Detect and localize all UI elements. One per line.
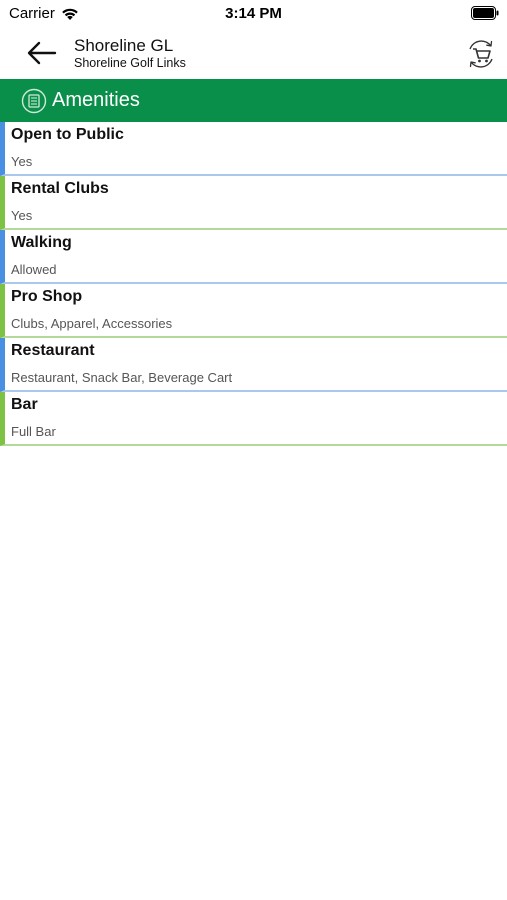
amenity-row-rental-clubs: Rental Clubs Yes <box>0 176 507 230</box>
amenity-value: Yes <box>11 208 33 223</box>
cart-sync-icon <box>469 40 493 68</box>
amenity-name: Bar <box>11 396 38 413</box>
page-title: Shoreline GL <box>74 36 174 55</box>
amenity-name: Restaurant <box>11 342 95 359</box>
status-time: 3:14 PM <box>225 5 282 22</box>
amenity-value: Allowed <box>11 262 57 277</box>
amenity-row-pro-shop: Pro Shop Clubs, Apparel, Accessories <box>0 284 507 338</box>
section-header: Amenities <box>0 79 507 122</box>
app-header: Shoreline GL Shoreline Golf Links <box>0 26 507 80</box>
amenity-row-open-to-public: Open to Public Yes <box>0 122 507 176</box>
back-button[interactable] <box>24 37 60 69</box>
amenity-name: Open to Public <box>11 126 124 143</box>
amenity-value: Clubs, Apparel, Accessories <box>11 316 173 331</box>
cart-sync-button[interactable] <box>463 36 499 72</box>
list-doc-icon <box>21 88 47 113</box>
amenity-row-walking: Walking Allowed <box>0 230 507 284</box>
page-subtitle: Shoreline Golf Links <box>74 56 186 70</box>
amenity-name: Pro Shop <box>11 288 83 305</box>
amenity-row-bar: Bar Full Bar <box>0 392 507 446</box>
amenity-name: Walking <box>11 234 72 251</box>
amenity-name: Rental Clubs <box>11 180 109 197</box>
status-bar: Carrier 3:14 PM <box>0 0 507 26</box>
amenities-list: Open to Public Yes Rental Clubs Yes Walk… <box>0 122 507 446</box>
back-arrow-icon <box>27 41 57 65</box>
amenity-value: Yes <box>11 154 33 169</box>
amenity-value: Restaurant, Snack Bar, Beverage Cart <box>11 370 233 385</box>
amenity-row-restaurant: Restaurant Restaurant, Snack Bar, Bevera… <box>0 338 507 392</box>
section-title: Amenities <box>52 89 140 111</box>
header-titles: Shoreline GL Shoreline Golf Links <box>74 36 186 70</box>
battery-icon <box>471 6 499 20</box>
amenity-value: Full Bar <box>11 424 56 439</box>
